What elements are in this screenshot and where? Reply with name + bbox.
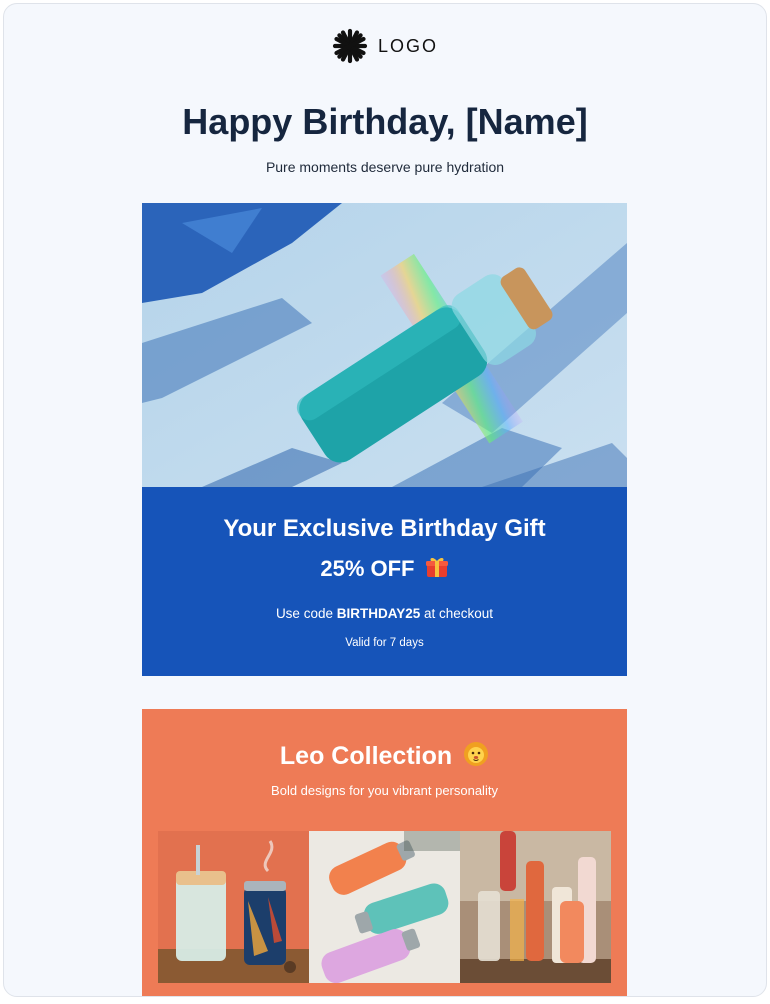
product-image[interactable] xyxy=(460,831,611,983)
discount-value: 25% OFF xyxy=(320,556,415,581)
coupon-prefix: Use code xyxy=(275,606,337,621)
collection-section: Leo Collection Bold designs for you vibr… xyxy=(142,709,627,996)
asterisk-burst-icon xyxy=(332,28,368,64)
coupon-instruction: Use code BIRTHDAY25 at checkout xyxy=(142,606,627,621)
gift-discount: 25% OFF xyxy=(142,556,627,584)
collection-title: Leo Collection xyxy=(142,741,627,774)
collection-title-text: Leo Collection xyxy=(279,742,453,770)
page-subtitle: Pure moments deserve pure hydration xyxy=(265,159,505,175)
gift-validity: Valid for 7 days xyxy=(345,637,424,649)
page-title: Happy Birthday, [Name] xyxy=(182,101,588,142)
gift-title: Your Exclusive Birthday Gift xyxy=(223,515,546,542)
collection-subtitle: Bold designs for you vibrant personality xyxy=(271,783,498,798)
coupon-code[interactable]: BIRTHDAY25 xyxy=(337,606,421,621)
email-card: LOGO Happy Birthday, [Name] Pure moments… xyxy=(3,3,767,997)
product-image[interactable] xyxy=(158,831,309,983)
product-gallery xyxy=(158,831,611,983)
gift-banner: Your Exclusive Birthday Gift 25% OFF Use… xyxy=(142,487,627,676)
logo[interactable]: LOGO xyxy=(4,28,766,64)
coupon-suffix: at checkout xyxy=(420,606,494,621)
logo-text: LOGO xyxy=(377,35,438,56)
gift-icon xyxy=(425,556,449,584)
lion-icon xyxy=(463,741,489,774)
hero-image[interactable] xyxy=(142,203,627,487)
product-image[interactable] xyxy=(309,831,460,983)
